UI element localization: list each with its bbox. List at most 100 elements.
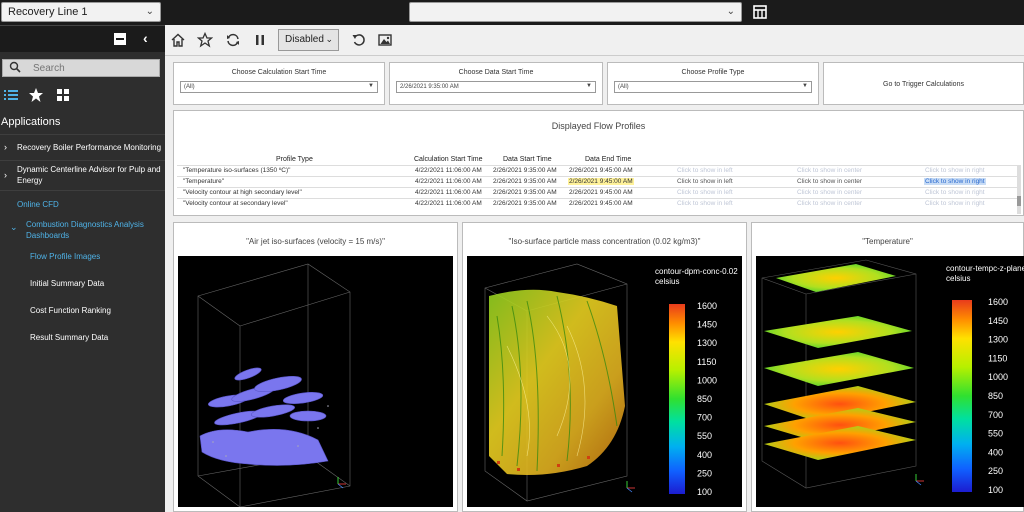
legend-tick-label: 250 xyxy=(697,468,712,478)
sidebar-item-dynamic-centerline[interactable]: › Dynamic Centerline Advisor for Pulp an… xyxy=(0,160,165,190)
legend-tick-label: 550 xyxy=(988,429,1003,439)
sidebar-subitem-flow-profile-images[interactable]: Flow Profile Images xyxy=(30,252,100,261)
cell-data-end: 2/26/2021 9:45:00 AM xyxy=(568,178,634,185)
column-header-data-end: Data End Time xyxy=(585,156,632,163)
home-icon[interactable] xyxy=(170,32,186,48)
mode-dropdown[interactable]: Disabled ⌄ xyxy=(278,29,339,51)
color-scale-bar xyxy=(952,300,972,492)
scrollbar-thumb[interactable] xyxy=(1017,196,1021,206)
show-left-link[interactable]: Click to show in left xyxy=(677,189,733,196)
panel-title: "Temperature" xyxy=(862,237,913,246)
show-right-link[interactable]: Click to show in right xyxy=(924,178,986,185)
legend-tick-label: 100 xyxy=(988,485,1003,495)
chevron-down-icon: ⌄ xyxy=(325,34,333,44)
legend-tick-label: 1150 xyxy=(988,353,1007,363)
minimize-icon[interactable] xyxy=(114,33,126,45)
show-center-link[interactable]: Click to show in center xyxy=(797,178,862,185)
undo-icon[interactable] xyxy=(351,32,367,48)
show-right-link[interactable]: Click to show in right xyxy=(925,200,985,207)
filter-title: Choose Calculation Start Time xyxy=(231,69,327,76)
filter-title: Choose Data Start Time xyxy=(458,69,534,76)
profile-panel-center: "Iso-surface particle mass concentration… xyxy=(462,222,747,512)
mode-dropdown-value: Disabled xyxy=(285,34,324,45)
cell-data-end: 2/26/2021 9:45:00 AM xyxy=(569,189,633,196)
legend-unit: celsius xyxy=(655,277,679,286)
legend-tick-label: 700 xyxy=(988,410,1003,420)
show-left-link[interactable]: Click to show in left xyxy=(677,178,733,185)
refresh-icon[interactable] xyxy=(225,32,241,48)
legend-tick-label: 1450 xyxy=(697,320,717,330)
star-icon[interactable] xyxy=(28,87,44,103)
cell-data-start: 2/26/2021 9:35:00 AM xyxy=(493,178,557,185)
legend-tick-label: 850 xyxy=(988,391,1003,401)
data-start-filter: Choose Data Start Time 2/26/2021 9:35:00… xyxy=(389,62,603,105)
sidebar-group-label: Combustion Diagnostics Analysis Dashboar… xyxy=(26,219,144,241)
sidebar-item-label: Online CFD xyxy=(17,200,59,209)
legend-tick-label: 400 xyxy=(988,447,1003,457)
legend-tick-label: 1600 xyxy=(697,301,717,311)
table-icon[interactable] xyxy=(752,4,768,20)
show-center-link[interactable]: Click to show in center xyxy=(797,200,862,207)
cell-data-start: 2/26/2021 9:35:00 AM xyxy=(493,200,557,207)
show-left-link[interactable]: Click to show in left xyxy=(677,167,733,174)
legend-tick-label: 100 xyxy=(697,487,712,497)
chevron-left-icon[interactable]: ‹ xyxy=(143,30,148,46)
legend-tick-label: 1300 xyxy=(697,338,717,348)
sidebar-item-label-line2: Energy xyxy=(17,176,43,185)
show-right-link[interactable]: Click to show in right xyxy=(925,167,985,174)
cell-data-end: 2/26/2021 9:45:00 AM xyxy=(569,200,633,207)
pause-icon[interactable] xyxy=(252,32,268,48)
legend-tick-label: 1000 xyxy=(697,375,717,385)
temperature-render: contour-tempc-z-planes celsius 1600 1450 1… xyxy=(756,256,1024,507)
star-icon[interactable] xyxy=(197,32,213,48)
data-start-select[interactable]: 2/26/2021 9:35:00 AM ▼ xyxy=(396,81,596,93)
search-box[interactable] xyxy=(2,59,160,77)
show-center-link[interactable]: Click to show in center xyxy=(797,167,862,174)
line-select[interactable]: Recovery Line 1 ⌄ xyxy=(1,2,161,22)
sidebar-group-label-line1: Combustion Diagnostics Analysis xyxy=(26,220,144,229)
sidebar-header: ‹ xyxy=(0,25,165,52)
sidebar-subitem-initial-summary[interactable]: Initial Summary Data xyxy=(30,279,104,288)
legend-tick-label: 250 xyxy=(988,466,1003,476)
sidebar-group-label-line2: Dashboards xyxy=(26,231,70,240)
top-bar: Recovery Line 1 ⌄ ⌄ xyxy=(0,0,1024,25)
dashboard-icon[interactable] xyxy=(55,87,71,103)
cell-data-start: 2/26/2021 9:35:00 AM xyxy=(493,167,557,174)
cell-profile-type: "Temperature iso-surfaces (1350 ºC)" xyxy=(183,167,291,174)
column-header-profile-type: Profile Type xyxy=(276,156,313,163)
legend-unit: celsius xyxy=(946,274,970,283)
caret-down-icon: ▼ xyxy=(368,83,374,89)
view-select[interactable]: ⌄ xyxy=(409,2,742,22)
trigger-calculations-button[interactable]: Go to Trigger Calculations xyxy=(823,62,1024,105)
sidebar-item-recovery-boiler[interactable]: › Recovery Boiler Performance Monitoring xyxy=(0,134,165,160)
profile-type-select[interactable]: (All) ▼ xyxy=(614,81,812,93)
sidebar-item-online-cfd[interactable]: Online CFD xyxy=(0,190,165,216)
calc-start-select[interactable]: (All) ▼ xyxy=(180,81,378,93)
show-center-link[interactable]: Click to show in center xyxy=(797,189,862,196)
panel-title: "Iso-surface particle mass concentration… xyxy=(508,237,701,246)
sidebar-subitem-result-summary[interactable]: Result Summary Data xyxy=(30,333,108,342)
main-content: Choose Calculation Start Time (All) ▼ Ch… xyxy=(165,56,1024,512)
legend-tick-label: 700 xyxy=(697,413,712,423)
image-icon[interactable] xyxy=(377,32,393,48)
sidebar-group-combustion[interactable]: ⌄ Combustion Diagnostics Analysis Dashbo… xyxy=(0,216,165,242)
show-right-link[interactable]: Click to show in right xyxy=(925,189,985,196)
table-row: "Velocity contour at high secondary leve… xyxy=(177,187,1021,197)
legend-tick-label: 400 xyxy=(697,450,712,460)
panel-title: "Air jet iso-surfaces (velocity = 15 m/s… xyxy=(246,237,385,246)
profile-type-filter: Choose Profile Type (All) ▼ xyxy=(607,62,819,105)
table-row: "Temperature" 4/22/2021 11:06:00 AM 2/26… xyxy=(177,176,1021,186)
table-scrollbar[interactable] xyxy=(1017,166,1021,214)
list-icon[interactable] xyxy=(3,87,19,103)
search-input[interactable] xyxy=(33,61,153,75)
search-icon xyxy=(9,61,21,73)
column-header-data-start: Data Start Time xyxy=(503,156,552,163)
cell-data-start: 2/26/2021 9:35:00 AM xyxy=(493,189,557,196)
applications-heading: Applications xyxy=(1,116,61,128)
toolbar: Disabled ⌄ xyxy=(165,25,1024,56)
show-left-link[interactable]: Click to show in left xyxy=(677,200,733,207)
sidebar-item-label-line1: Dynamic Centerline Advisor for Pulp and xyxy=(17,165,161,174)
filter-title: Choose Profile Type xyxy=(681,69,745,76)
sidebar-subitem-cost-function[interactable]: Cost Function Ranking xyxy=(30,306,111,315)
profile-panel-left: "Air jet iso-surfaces (velocity = 15 m/s… xyxy=(173,222,458,512)
